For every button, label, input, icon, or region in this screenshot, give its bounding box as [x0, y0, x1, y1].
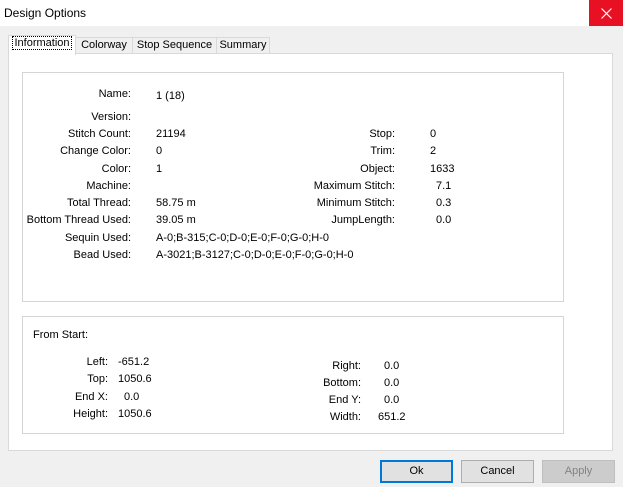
end-x-value: 0.0 — [124, 391, 140, 403]
name-value: 1 (18) — [156, 90, 185, 102]
change-color-value: 0 — [156, 145, 163, 157]
tab-information[interactable]: Information — [8, 35, 76, 55]
max-stitch-value: 7.1 — [436, 180, 452, 192]
left-label: Left: — [86, 356, 108, 368]
trim-value: 2 — [430, 145, 437, 157]
object-label: Object: — [360, 163, 395, 175]
end-x-label: End X: — [74, 391, 108, 403]
stitch-count-value: 21194 — [156, 128, 186, 140]
from-start-group: From Start: Left: -651.2 Top: 1050.6 End… — [22, 316, 564, 434]
bottom-value: 0.0 — [384, 377, 400, 389]
sequin-used-label: Sequin Used: — [64, 232, 131, 244]
top-label: Top: — [87, 373, 108, 385]
window-title: Design Options — [4, 6, 87, 20]
jump-length-label: JumpLength: — [331, 214, 395, 226]
max-stitch-label: Maximum Stitch: — [313, 180, 395, 192]
stop-label: Stop: — [369, 128, 395, 140]
tab-label: Colorway — [81, 39, 127, 51]
object-value: 1633 — [430, 163, 455, 175]
machine-label: Machine: — [86, 180, 131, 192]
tab-label: Summary — [219, 39, 267, 51]
left-value: -651.2 — [118, 356, 150, 368]
close-button[interactable] — [589, 0, 623, 26]
bottom-thread-value: 39.05 m — [156, 214, 196, 226]
change-color-label: Change Color: — [60, 145, 131, 157]
jump-length-value: 0.0 — [436, 214, 452, 226]
tab-colorway[interactable]: Colorway — [75, 37, 133, 54]
tab-summary[interactable]: Summary — [216, 37, 270, 54]
height-value: 1050.6 — [118, 408, 152, 420]
total-thread-label: Total Thread: — [66, 197, 131, 209]
width-label: Width: — [329, 411, 361, 423]
title-bar: Design Options — [0, 0, 623, 26]
trim-label: Trim: — [370, 145, 395, 157]
width-value: 651.2 — [378, 411, 406, 423]
tab-stop-sequence[interactable]: Stop Sequence — [132, 37, 217, 54]
top-value: 1050.6 — [118, 373, 152, 385]
information-panel: Name: 1 (18) Version: Stitch Count: 2119… — [8, 53, 613, 451]
apply-button[interactable]: Apply — [542, 460, 615, 483]
info-group: Name: 1 (18) Version: Stitch Count: 2119… — [22, 72, 564, 302]
end-y-value: 0.0 — [384, 394, 400, 406]
bottom-thread-label: Bottom Thread Used: — [26, 214, 131, 226]
name-label: Name: — [98, 88, 131, 100]
bead-used-label: Bead Used: — [73, 249, 131, 261]
min-stitch-label: Minimum Stitch: — [316, 197, 395, 209]
color-label: Color: — [101, 163, 131, 175]
tab-label: Information — [12, 36, 72, 50]
sequin-used-value: A-0;B-315;C-0;D-0;E-0;F-0;G-0;H-0 — [156, 232, 329, 244]
tab-label: Stop Sequence — [136, 39, 213, 51]
total-thread-value: 58.75 m — [156, 197, 196, 209]
bead-used-value: A-3021;B-3127;C-0;D-0;E-0;F-0;G-0;H-0 — [156, 249, 354, 261]
cancel-button[interactable]: Cancel — [461, 460, 534, 483]
end-y-label: End Y: — [328, 394, 361, 406]
stitch-count-label: Stitch Count: — [68, 128, 131, 140]
stop-value: 0 — [430, 128, 437, 140]
from-start-heading: From Start: — [33, 329, 89, 341]
bottom-label: Bottom: — [323, 377, 361, 389]
color-value: 1 — [156, 163, 163, 175]
ok-button[interactable]: Ok — [380, 460, 453, 483]
version-label: Version: — [91, 111, 131, 123]
right-value: 0.0 — [384, 360, 400, 372]
right-label: Right: — [332, 360, 361, 372]
close-icon — [600, 7, 612, 19]
height-label: Height: — [73, 408, 108, 420]
min-stitch-value: 0.3 — [436, 197, 452, 209]
